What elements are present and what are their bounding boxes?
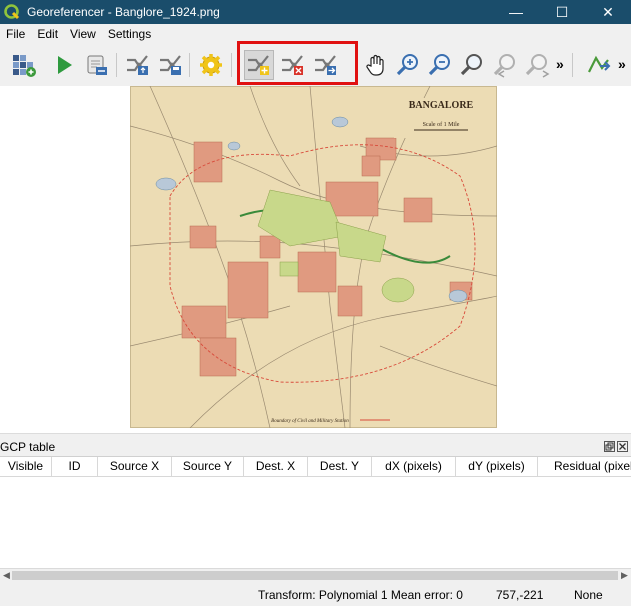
menu-edit[interactable]: Edit: [31, 24, 64, 44]
zoom-out-icon: [428, 54, 450, 76]
menu-view[interactable]: View: [64, 24, 102, 44]
gcp-panel-header: GCP table: [0, 438, 631, 456]
map-title: BANGALORE: [409, 100, 474, 111]
close-icon: ✕: [602, 3, 614, 20]
column-header-residual[interactable]: Residual (pixels): [538, 457, 631, 477]
toolbar-overflow-chevron-2-icon[interactable]: »: [618, 56, 626, 72]
georeferencer-window: Georeferencer - Banglore_1924.png — ☐ ✕ …: [0, 0, 631, 606]
qgis-logo-icon: [4, 4, 20, 20]
link-georeferencer-icon: [588, 55, 611, 73]
zoom-in-icon: [396, 54, 418, 76]
zoom-next-button[interactable]: [522, 50, 552, 80]
column-header-visible[interactable]: Visible: [0, 457, 52, 477]
column-header-source-x[interactable]: Source X: [98, 457, 172, 477]
transformation-settings-icon: [200, 54, 222, 76]
column-header-dest-x[interactable]: Dest. X: [244, 457, 308, 477]
generate-gdal-script-icon: [87, 55, 107, 75]
transform-status: Transform: Polynomial 1 Mean error: 0: [258, 588, 463, 602]
start-georeferencing-icon: [58, 56, 72, 74]
start-georeferencing-button[interactable]: [49, 50, 79, 80]
float-icon: [605, 442, 614, 451]
load-gcp-points-button[interactable]: [123, 50, 153, 80]
column-header-dx[interactable]: dX (pixels): [372, 457, 456, 477]
zoom-last-button[interactable]: [490, 50, 520, 80]
gcp-panel-title: GCP table: [0, 440, 56, 454]
transformation-settings-button[interactable]: [196, 50, 226, 80]
map-canvas[interactable]: BANGALORE Scale of 1 Mile Boundary of Ci…: [0, 86, 631, 433]
column-header-dest-y[interactable]: Dest. Y: [308, 457, 372, 477]
close-panel-icon: [619, 443, 626, 450]
maximize-button[interactable]: ☐: [539, 0, 585, 24]
close-panel-button[interactable]: [617, 441, 628, 452]
zoom-last-icon: [493, 54, 515, 78]
save-gcp-points-icon: [160, 55, 181, 75]
zoom-to-layer-icon: [460, 54, 482, 76]
scroll-right-icon[interactable]: ▶: [621, 570, 628, 581]
load-gcp-points-icon: [127, 55, 148, 75]
zoom-in-button[interactable]: [393, 50, 423, 80]
save-gcp-points-button[interactable]: [156, 50, 186, 80]
minimize-button[interactable]: —: [493, 0, 539, 24]
highlight-box: [237, 41, 358, 85]
menu-file[interactable]: File: [0, 24, 31, 44]
link-georeferencer-button[interactable]: [584, 50, 614, 80]
scrollbar-thumb[interactable]: [12, 571, 618, 580]
horizontal-scrollbar[interactable]: ◀ ▶: [0, 568, 631, 582]
float-panel-button[interactable]: [604, 441, 615, 452]
generate-gdal-script-button[interactable]: [82, 50, 112, 80]
pan-icon: [366, 54, 384, 76]
zoom-next-icon: [525, 54, 550, 78]
close-button[interactable]: ✕: [585, 0, 631, 24]
pan-button[interactable]: [361, 50, 391, 80]
status-bar: Transform: Polynomial 1 Mean error: 0 75…: [0, 583, 631, 606]
gcp-table-header: Visible ID Source X Source Y Dest. X Des…: [0, 457, 631, 477]
crs-status[interactable]: None: [574, 588, 603, 602]
open-raster-icon: [13, 55, 36, 77]
map-scale-label: Scale of 1 Mile: [423, 121, 460, 128]
maximize-icon: ☐: [555, 3, 569, 20]
gcp-table[interactable]: Visible ID Source X Source Y Dest. X Des…: [0, 456, 631, 568]
open-raster-button[interactable]: [9, 50, 39, 80]
zoom-out-button[interactable]: [425, 50, 455, 80]
zoom-to-layer-button[interactable]: [457, 50, 487, 80]
column-header-id[interactable]: ID: [52, 457, 98, 477]
minimize-icon: —: [509, 4, 523, 20]
bangalore-map-image: BANGALORE Scale of 1 Mile Boundary of Ci…: [130, 86, 497, 428]
map-footer-label: Boundary of Civil and Military Station: [271, 419, 349, 424]
menu-settings[interactable]: Settings: [102, 24, 157, 44]
toolbar-overflow-chevron-icon[interactable]: »: [556, 56, 564, 72]
column-header-source-y[interactable]: Source Y: [172, 457, 244, 477]
column-header-dy[interactable]: dY (pixels): [456, 457, 538, 477]
title-bar: Georeferencer - Banglore_1924.png — ☐ ✕: [0, 0, 631, 24]
scroll-left-icon[interactable]: ◀: [3, 570, 10, 581]
coordinate-readout: 757,-221: [496, 588, 544, 602]
window-title: Georeferencer - Banglore_1924.png: [27, 5, 220, 19]
